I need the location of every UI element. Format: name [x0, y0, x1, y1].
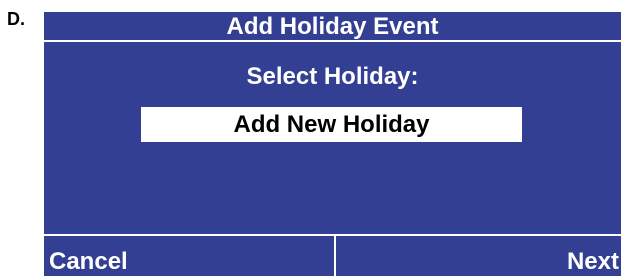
next-button[interactable]: Next — [336, 236, 621, 276]
cancel-button[interactable]: Cancel — [44, 236, 334, 276]
step-label: D. — [7, 9, 25, 29]
screen-title: Add Holiday Event — [44, 12, 621, 42]
select-holiday-prompt: Select Holiday: — [246, 63, 419, 90]
device-screen: Add Holiday Event Select Holiday: Add Ne… — [44, 12, 621, 276]
softkey-bar: Cancel Next — [44, 234, 621, 276]
holiday-selection-field[interactable]: Add New Holiday — [141, 107, 522, 142]
